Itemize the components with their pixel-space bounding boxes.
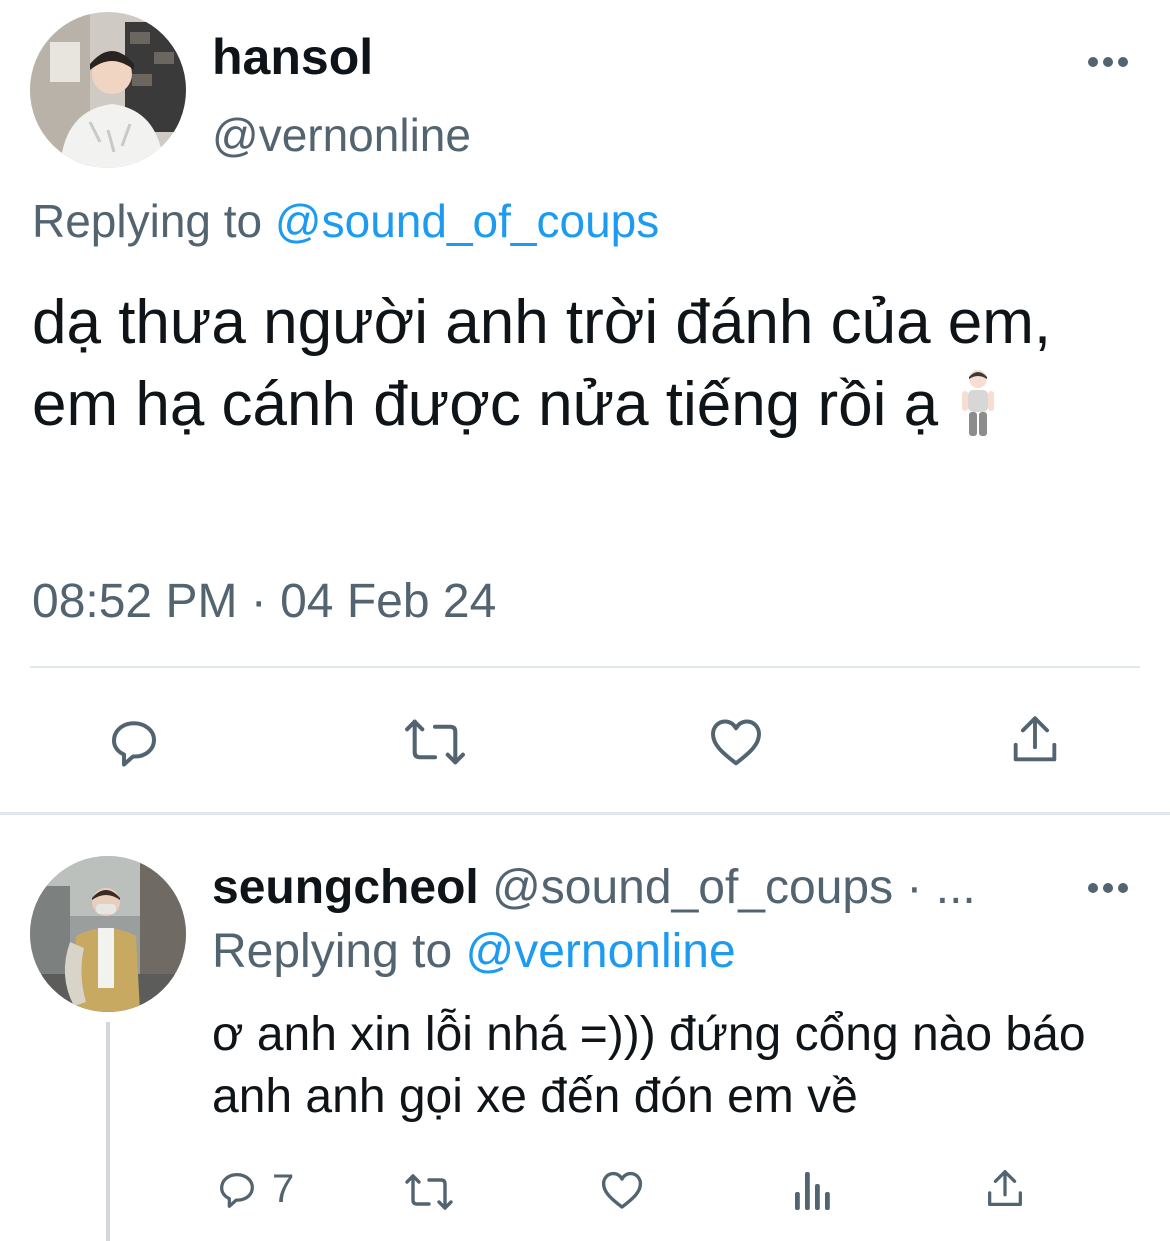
- reply-button[interactable]: [104, 712, 164, 772]
- tweet-body: dạ thưa người anh trời đánh của em, em h…: [32, 288, 1052, 439]
- standing-person-emoji: [956, 369, 1000, 439]
- reply-icon: [112, 721, 156, 767]
- retweet-icon: [405, 1174, 453, 1210]
- display-name[interactable]: hansol: [212, 28, 373, 86]
- more-options-icon[interactable]: [1088, 55, 1128, 69]
- user-handle[interactable]: @vernonline: [212, 108, 471, 162]
- retweet-icon: [405, 719, 465, 765]
- reply-display-name[interactable]: seungcheol: [212, 861, 479, 914]
- like-icon: [601, 1171, 643, 1209]
- reply-tweet-text: ơ anh xin lỗi nhá =))) đứng cổng nào báo…: [212, 1008, 1086, 1123]
- reply-more-options-icon[interactable]: [1088, 881, 1128, 895]
- reply-header: seungcheol @sound_of_coups · ...: [212, 860, 976, 915]
- reply-reply-button[interactable]: 7: [214, 1166, 294, 1212]
- reply-replying-to-link[interactable]: @vernonline: [465, 925, 735, 978]
- analytics-icon: [795, 1172, 830, 1210]
- section-divider: [0, 812, 1170, 815]
- avatar-hansol[interactable]: [30, 12, 186, 168]
- timestamp[interactable]: 08:52 PM · 04 Feb 24: [32, 574, 496, 629]
- retweet-button[interactable]: [402, 714, 468, 770]
- like-button[interactable]: [706, 712, 766, 772]
- replying-to: Replying to @sound_of_coups: [32, 194, 659, 248]
- divider: [30, 666, 1140, 668]
- reply-replying-to: Replying to @vernonline: [212, 924, 736, 979]
- reply-retweet-button[interactable]: [402, 1170, 456, 1214]
- share-button[interactable]: [1006, 710, 1064, 770]
- reply-icon: [220, 1172, 254, 1208]
- tweet-text: dạ thưa người anh trời đánh của em, em h…: [32, 282, 1142, 446]
- reply-handle[interactable]: @sound_of_coups · ...: [492, 861, 976, 914]
- reply-count: 7: [272, 1166, 295, 1211]
- thread-line: [106, 1022, 110, 1241]
- replying-to-link[interactable]: @sound_of_coups: [275, 195, 659, 247]
- share-icon: [1013, 716, 1057, 762]
- like-icon: [711, 719, 761, 766]
- share-icon: [988, 1170, 1022, 1206]
- replying-label: Replying to: [32, 195, 263, 247]
- avatar-seungcheol[interactable]: [30, 856, 186, 1012]
- reply-replying-label: Replying to: [212, 925, 453, 978]
- reply-like-button[interactable]: [598, 1166, 646, 1214]
- reply-share-button[interactable]: [982, 1166, 1028, 1212]
- reply-analytics-button[interactable]: [792, 1168, 834, 1212]
